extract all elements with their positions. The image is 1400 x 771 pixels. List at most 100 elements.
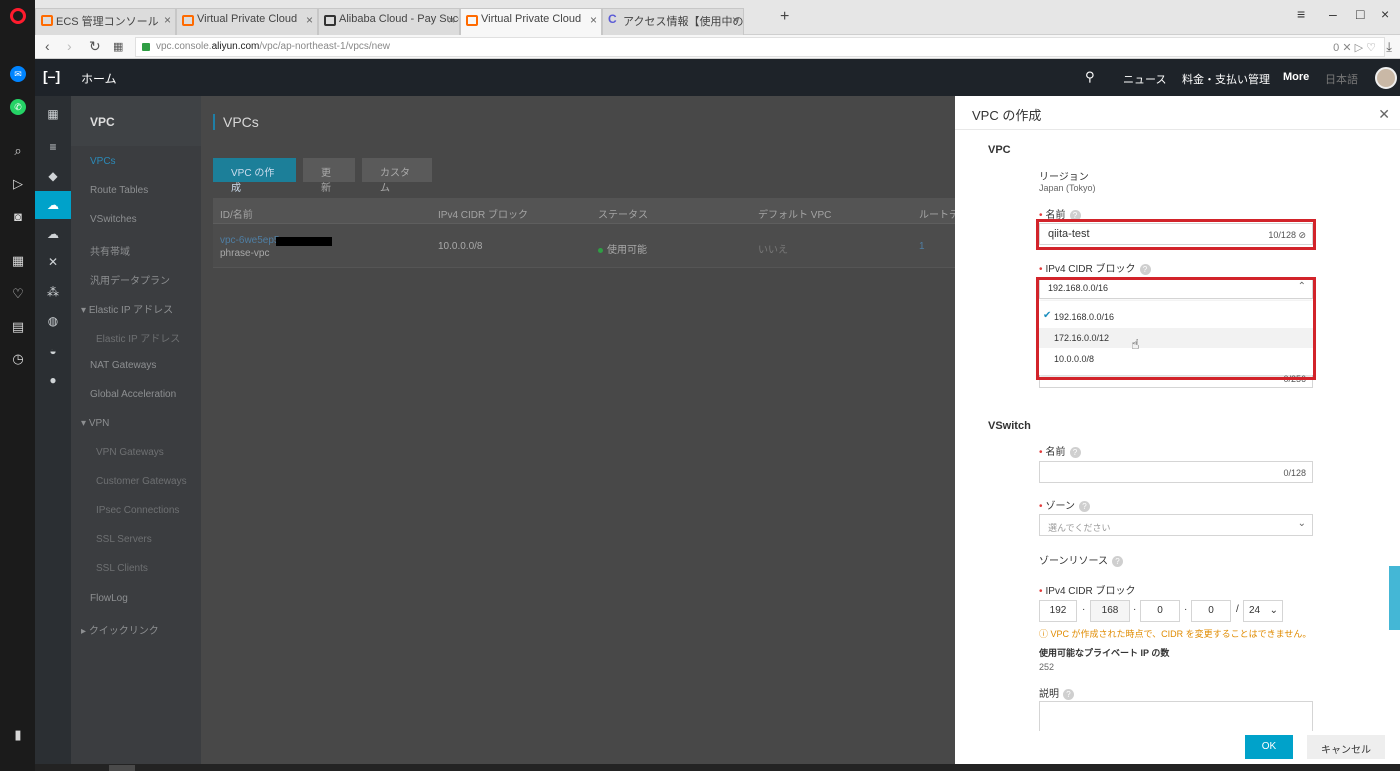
help-icon: ? [1079,501,1091,512]
tab-label: Virtual Private Cloud [481,13,582,25]
news-link[interactable]: ニュース [1123,71,1166,87]
cidr-warning: ⓘ VPC が作成された時点で、CIDR を変更することはできません。 [1039,629,1312,639]
maximize-icon[interactable]: □ [1356,6,1364,22]
ok-button[interactable]: OK [1245,735,1293,759]
vpc-name: phrase-vpc [220,248,270,259]
vpc-sidebar: VPC VPCs Route Tables VSwitches 共有帯域 汎用デ… [71,96,201,771]
cloud-upload-icon[interactable]: ☁ [35,220,71,248]
tab-grid-icon[interactable]: ▦ [113,40,123,53]
menu-icon[interactable]: ≡ [35,133,71,161]
forward-icon[interactable]: › [67,38,72,54]
sidebar-item-vpcs[interactable]: VPCs [90,156,116,167]
tab-label: アクセス情報【使用中のIPア [623,16,744,28]
heart-icon[interactable]: ♡ [10,286,26,302]
close-tab-icon[interactable]: × [732,13,739,27]
dot-separator: · [1082,604,1086,615]
camera-icon[interactable]: ◙ [10,208,26,224]
sidebar-group-eip[interactable]: Elastic IP アドレス [81,301,173,316]
sidebar-item-shared-bandwidth[interactable]: 共有帯域 [90,243,130,258]
create-vpc-button[interactable]: VPC の作成 [213,158,296,194]
home-link[interactable]: ホーム [81,70,117,87]
octet-1-input[interactable]: 192 [1039,600,1077,622]
octet-4-input[interactable]: 0 [1191,600,1231,622]
sidebar-item-customer-gateways[interactable]: Customer Gateways [96,476,187,487]
close-tab-icon[interactable]: × [448,13,455,27]
tab-menu-icon[interactable]: ≡ [1297,6,1305,22]
col-status: ステータス [598,210,648,221]
alibaba-favicon-icon [41,15,53,26]
shield-icon[interactable]: ◆ [35,162,71,190]
custom-button[interactable]: カスタム [362,158,432,194]
minimize-icon[interactable]: – [1329,6,1337,22]
search-icon[interactable]: ⌕ [10,143,26,159]
download-icon[interactable]: ⤓ [1386,39,1392,55]
circle-icon[interactable]: ● [35,366,71,394]
globe-icon[interactable]: ◍ [35,307,71,335]
news-icon[interactable]: ▤ [10,319,26,335]
speed-dial-icon[interactable]: ▦ [10,253,26,269]
tools-icon[interactable]: ✕ [35,248,71,276]
sidebar-toggle-icon[interactable]: ▮ [10,727,26,743]
description-textarea[interactable] [1039,701,1313,731]
alibaba-logo-icon[interactable]: [–] [43,68,60,84]
route-table-link[interactable]: 1 [919,241,925,252]
sidebar-item-global-acceleration[interactable]: Global Acceleration [90,389,176,400]
network-icon[interactable]: ⁂ [35,278,71,306]
close-tab-icon[interactable]: × [164,13,171,27]
sidebar-item-ipsec-connections[interactable]: IPsec Connections [96,505,179,516]
tab-vpc-1[interactable]: Virtual Private Cloud × [176,8,318,35]
close-icon[interactable]: ✕ [1378,106,1390,123]
apps-grid-icon[interactable]: ▦ [35,100,71,128]
send-icon[interactable]: ▷ [10,176,26,192]
description-label: 説明? [1039,685,1074,700]
back-icon[interactable]: ‹ [45,38,50,54]
sidebar-item-ssl-servers[interactable]: SSL Servers [96,534,152,545]
billing-link[interactable]: 料金・支払い管理 [1182,71,1270,87]
refresh-button[interactable]: 更新 [303,158,355,194]
vswitch-name-input[interactable]: 0/128 [1039,461,1313,483]
status-dot-icon [598,247,603,253]
zone-select[interactable]: 選んでください ⌄ [1039,514,1313,536]
close-tab-icon[interactable]: × [306,13,313,27]
cloud-icon[interactable]: ☁ [35,191,71,219]
sidebar-item-data-plan[interactable]: 汎用データプラン [90,272,170,287]
sidebar-item-vswitches[interactable]: VSwitches [90,214,137,225]
mask-select[interactable]: 24 ⌄ [1243,600,1283,622]
close-tab-icon[interactable]: × [590,13,597,27]
tab-pay[interactable]: Alibaba Cloud - Pay Succe × [318,8,460,35]
db-icon[interactable]: ◒ [35,337,71,365]
vswitch-name-counter: 0/128 [1283,468,1306,478]
octet-2-input[interactable]: 168 [1090,600,1130,622]
sidebar-item-nat-gateways[interactable]: NAT Gateways [90,360,156,371]
feedback-tab[interactable] [1389,566,1400,630]
new-tab-icon[interactable]: + [780,8,789,26]
search-icon[interactable]: ⚲ [1085,69,1095,85]
dot-separator: · [1184,604,1188,615]
sidebar-group-quick-links[interactable]: クイックリンク [81,622,159,637]
sidebar-item-eip[interactable]: Elastic IP アドレス [96,330,180,345]
tab-ecs[interactable]: ECS 管理コンソール × [35,8,176,35]
region-value: Japan (Tokyo) [1039,183,1096,193]
close-window-icon[interactable]: × [1381,6,1389,22]
language-link[interactable]: 日本語 [1325,71,1358,87]
reload-icon[interactable]: ↻ [89,38,101,55]
sidebar-item-route-tables[interactable]: Route Tables [90,185,148,196]
history-icon[interactable]: ◷ [10,351,26,367]
opera-logo-icon[interactable] [10,8,26,24]
whatsapp-icon[interactable]: ✆ [10,99,26,115]
cancel-button[interactable]: キャンセル [1307,735,1385,759]
alibaba-favicon-icon [182,15,194,26]
tab-access-info[interactable]: C アクセス情報【使用中のIPア × [602,8,744,35]
highlight-box-name [1036,219,1316,250]
tab-vpc-active[interactable]: Virtual Private Cloud × [460,8,602,35]
sidebar-group-vpn[interactable]: VPN [81,418,110,429]
avatar[interactable] [1375,67,1397,89]
messenger-icon[interactable]: ✉ [10,66,26,82]
octet-3-input[interactable]: 0 [1140,600,1180,622]
sidebar-item-vpn-gateways[interactable]: VPN Gateways [96,447,164,458]
sidebar-item-flowlog[interactable]: FlowLog [90,593,128,604]
url-input[interactable]: vpc.console.aliyun.com/vpc/ap-northeast-… [135,37,1385,57]
sidebar-item-ssl-clients[interactable]: SSL Clients [96,563,148,574]
more-link[interactable]: More [1283,71,1309,83]
taskbar-item[interactable] [109,765,135,771]
